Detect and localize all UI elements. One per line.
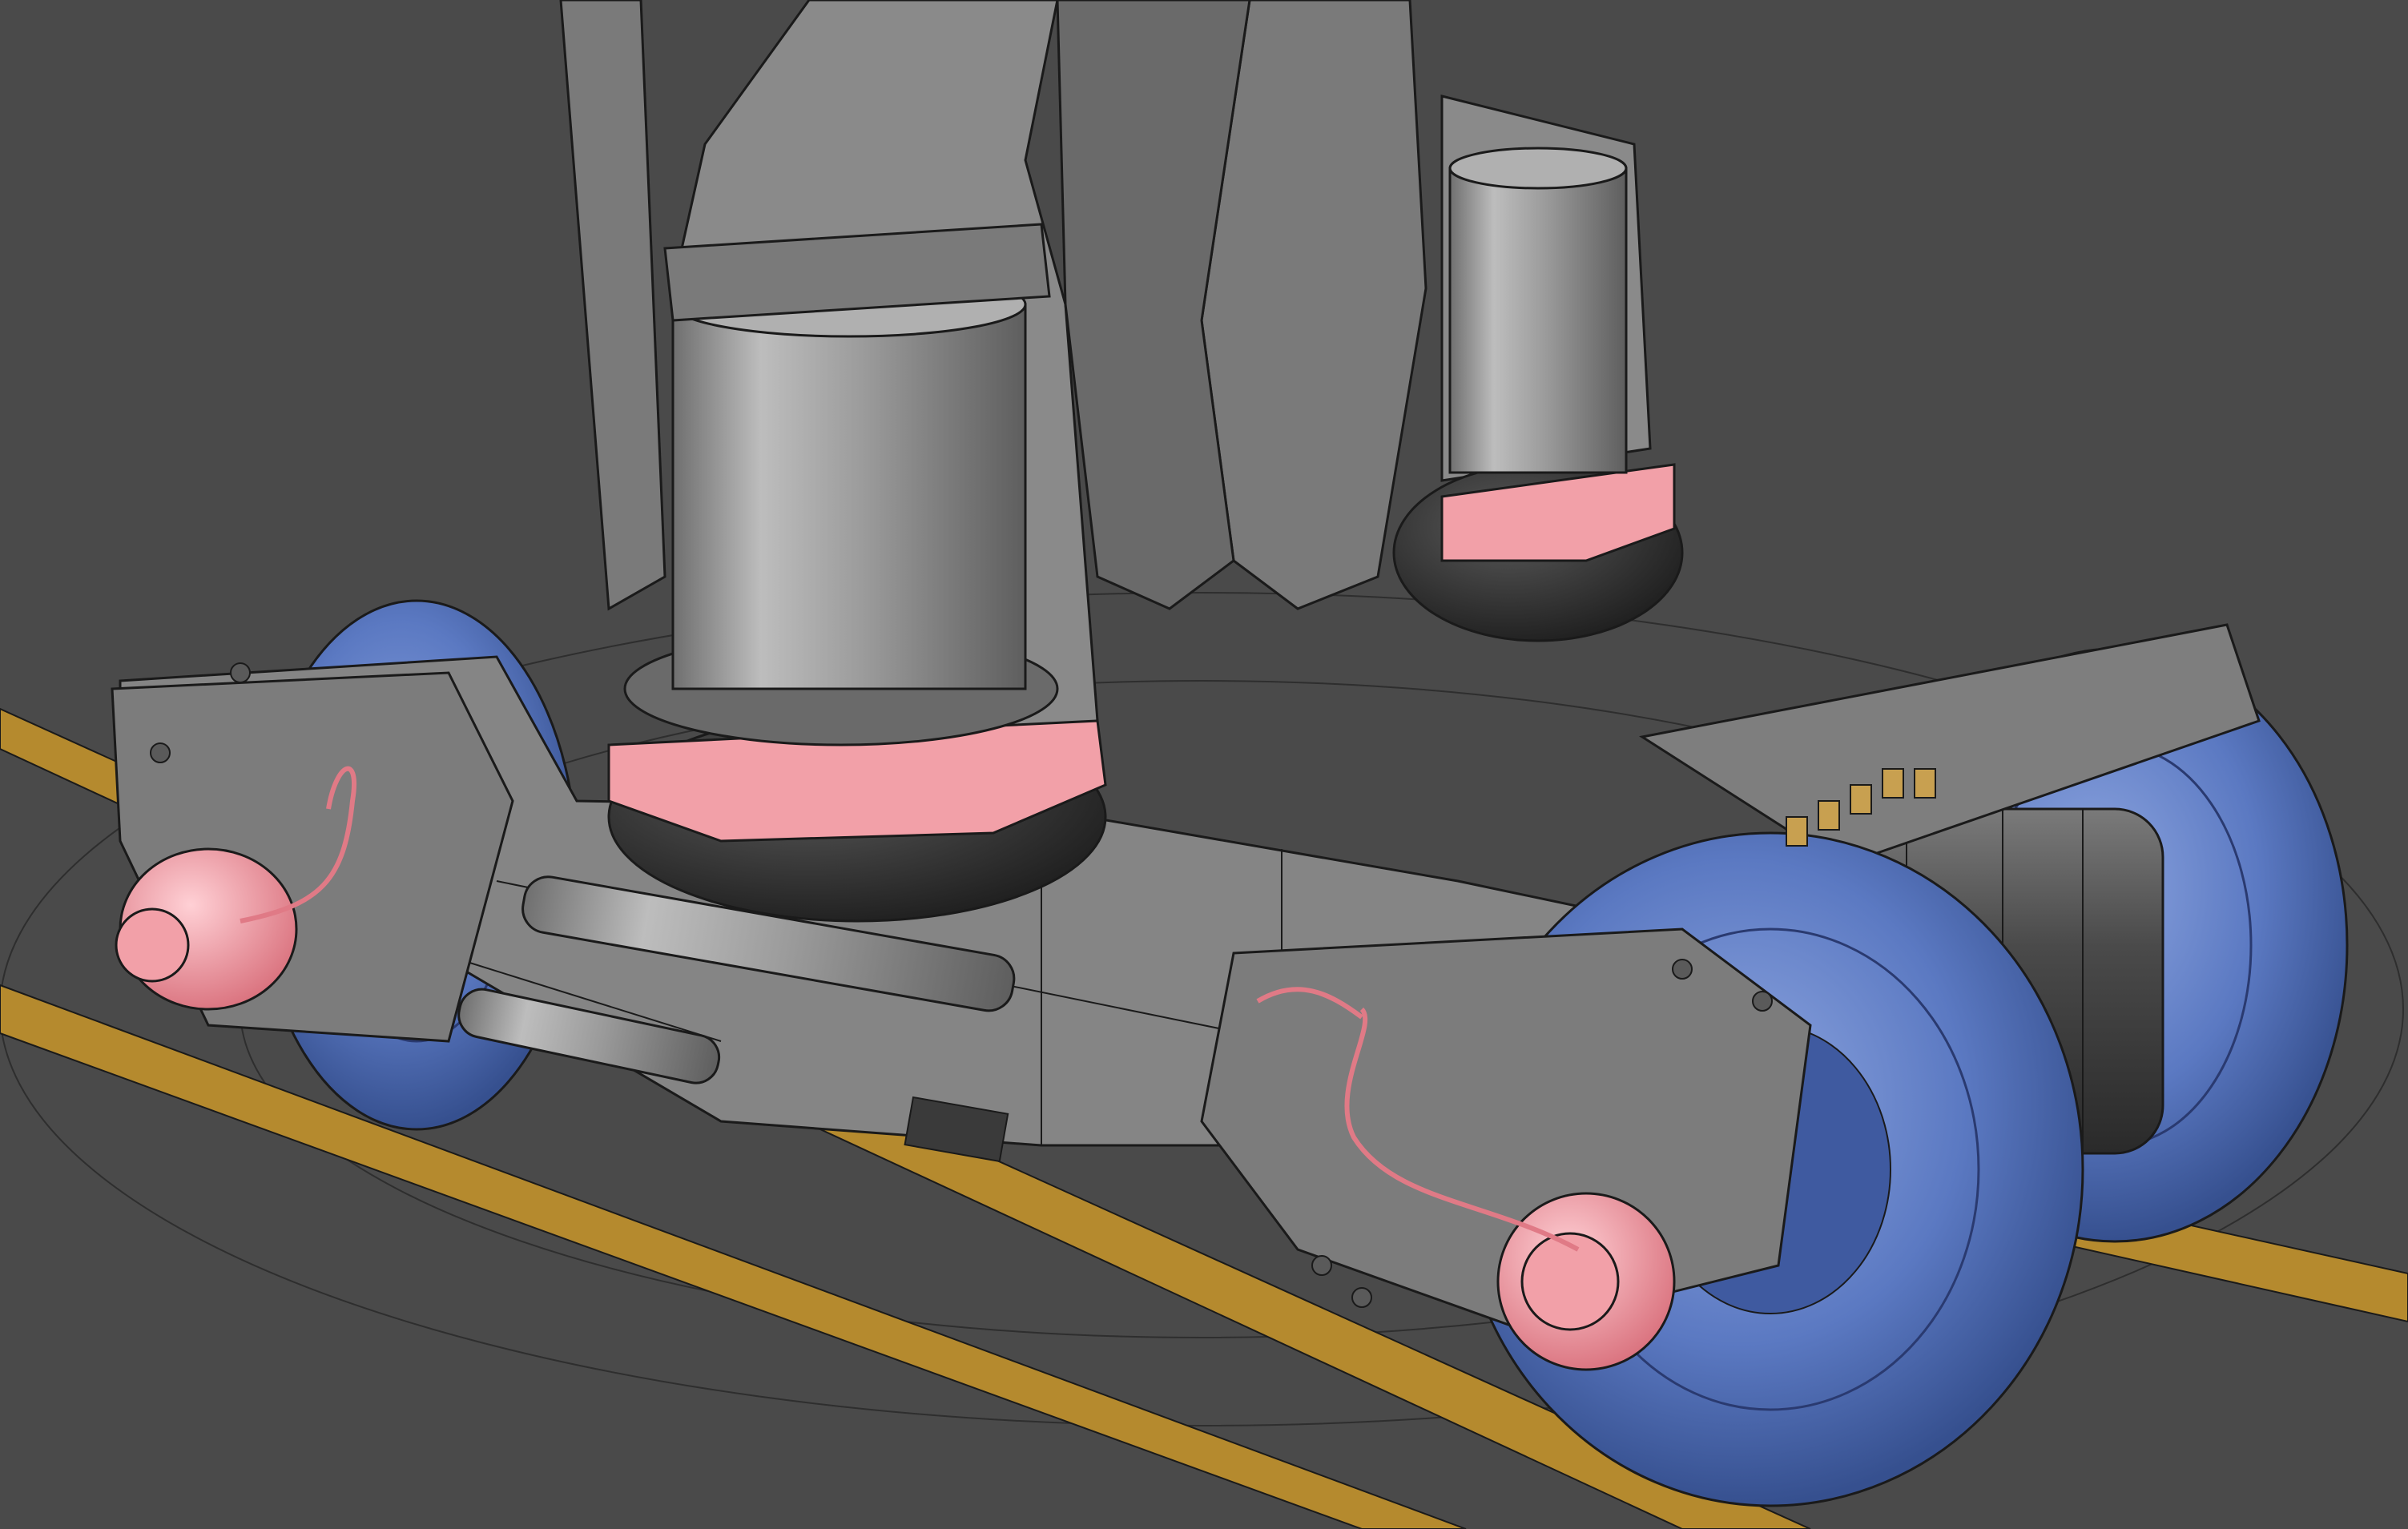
3d-viewport[interactable]	[0, 0, 2408, 1529]
front-hub-cap[interactable]	[1496, 1192, 1676, 1371]
viewport-canvas[interactable]	[0, 0, 2408, 1529]
